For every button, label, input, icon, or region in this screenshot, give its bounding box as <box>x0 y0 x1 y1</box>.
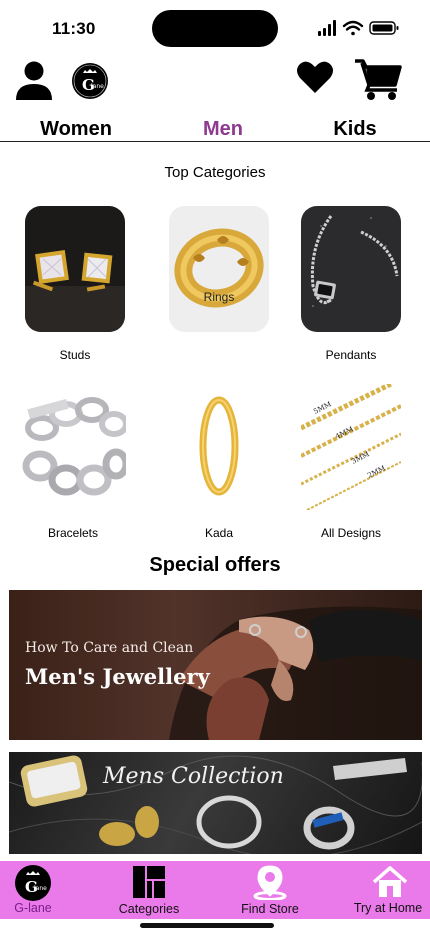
status-bar: 11:30 <box>0 0 430 56</box>
nav-categories[interactable]: Categories <box>109 861 189 919</box>
category-rings[interactable]: Rings <box>169 206 269 332</box>
all-designs-image: 5MM 4MM 3MM 2MM <box>301 384 401 510</box>
category-label: Kada <box>204 526 234 540</box>
tab-women[interactable]: Women <box>38 118 114 141</box>
categories-icon <box>133 866 165 898</box>
nav-try-at-home[interactable]: Try at Home <box>346 861 430 919</box>
category-kada[interactable]: Kada <box>169 384 269 540</box>
profile-icon[interactable] <box>15 60 53 100</box>
category-label: All Designs <box>320 526 382 540</box>
studs-image <box>25 206 125 332</box>
offer-banner-mens-collection[interactable]: Mens Collection <box>9 752 422 854</box>
location-pin-icon <box>253 865 287 900</box>
status-time: 11:30 <box>52 19 96 38</box>
battery-icon <box>369 21 399 35</box>
kada-image <box>169 384 269 510</box>
glane-logo-icon: G lane <box>15 865 51 901</box>
top-categories-title: Top Categories <box>164 164 266 181</box>
heart-icon[interactable] <box>296 59 334 95</box>
gender-tabs: Women Men Kids <box>0 112 430 142</box>
rings-label: Rings <box>203 290 235 304</box>
category-label: Bracelets <box>47 526 99 540</box>
nav-label: G-lane <box>14 901 52 915</box>
banner-collection-title: Mens Collection <box>103 764 284 789</box>
nav-label: Categories <box>118 902 180 916</box>
special-offers-title: Special offers <box>149 554 281 576</box>
category-all-designs[interactable]: 5MM 4MM 3MM 2MM All Designs <box>301 384 401 540</box>
category-pendants[interactable]: Pendants <box>301 206 401 362</box>
status-icons <box>318 20 399 36</box>
category-label: Studs <box>59 348 91 362</box>
tab-men[interactable]: Men <box>198 118 248 141</box>
banner-care-subtitle: How To Care and Clean <box>25 640 194 656</box>
nav-label: Try at Home <box>353 901 423 915</box>
category-bracelets[interactable]: Bracelets <box>20 384 126 540</box>
wifi-icon <box>342 20 364 36</box>
rings-image: Rings <box>169 206 269 332</box>
bracelets-image <box>20 384 126 510</box>
pendants-image <box>301 206 401 332</box>
banner-care-title: Men's Jewellery <box>25 664 210 689</box>
nav-glane[interactable]: G lane G-lane <box>0 861 66 919</box>
home-indicator <box>140 923 274 928</box>
home-icon <box>372 866 408 897</box>
nav-find-store[interactable]: Find Store <box>232 861 308 919</box>
offer-banner-care[interactable]: How To Care and Clean Men's Jewellery <box>9 590 422 740</box>
brand-logo[interactable]: G lane <box>72 63 108 99</box>
category-label: Pendants <box>325 348 377 362</box>
cart-icon[interactable] <box>354 57 402 101</box>
svg-text:lane: lane <box>34 885 47 892</box>
nav-label: Find Store <box>241 902 299 916</box>
category-studs[interactable]: Studs <box>25 206 125 362</box>
dynamic-island <box>152 10 278 47</box>
brand-logo-mark: G lane <box>73 64 107 98</box>
top-bar: G lane <box>0 56 430 108</box>
bottom-nav: G lane G-lane Categories Find Store Try … <box>0 861 430 919</box>
svg-text:lane: lane <box>91 83 104 90</box>
signal-icon <box>318 20 336 36</box>
tab-kids[interactable]: Kids <box>330 118 380 141</box>
